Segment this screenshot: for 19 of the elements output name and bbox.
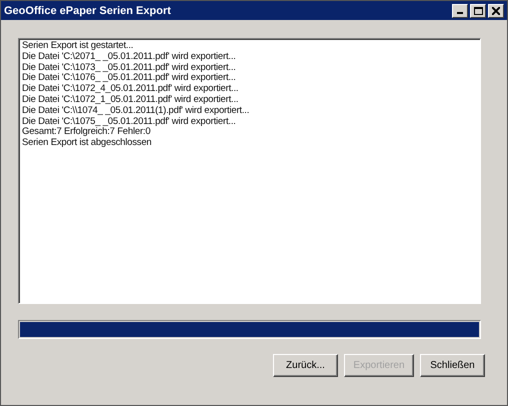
- dialog-button[interactable]: Schließen: [420, 354, 485, 377]
- log-line: Die Datei 'C:\1072_1_05.01.2011.pdf' wird exportiert...: [22, 94, 240, 106]
- log-line: Die Datei 'C:\1075_ _05.01.2011.pdf' wird exportiert...: [22, 116, 237, 127]
- log-line: Die Datei 'C:\2071_ _05.01.2011.pdf' wird exportiert...: [22, 52, 237, 63]
- close-icon: [492, 6, 500, 14]
- maximize-button[interactable]: [470, 4, 486, 18]
- window-title: GeoOffice ePaper Serien Export: [4, 4, 171, 16]
- dialog-button[interactable]: Zurück...: [273, 354, 338, 377]
- log-line: Die Datei 'C:\1073_ _05.01.2011.pdf' wird exportiert...: [22, 62, 237, 73]
- close-button[interactable]: [488, 4, 504, 18]
- log-line: Serien Export ist abgeschlossen: [22, 138, 153, 149]
- log-line: Die Datei 'C:\1076_ _05.01.2011.pdf' wird exportiert...: [22, 73, 237, 84]
- log-line: Die Datei 'C:\\1074_ _05.01.2011(1).pdf' wird exportiert...: [22, 106, 250, 117]
- log-line: Gesamt:7 Erfolgreich:7 Fehler:0: [22, 127, 152, 138]
- maximize-icon: [474, 6, 482, 14]
- minimize-icon: [457, 12, 463, 14]
- log-line: Serien Export ist gestartet...: [22, 41, 134, 52]
- minimize-button[interactable]: [452, 4, 468, 18]
- log-line: Die Datei 'C:\1072_4_05.01.2011.pdf' wird exportiert...: [22, 84, 240, 95]
